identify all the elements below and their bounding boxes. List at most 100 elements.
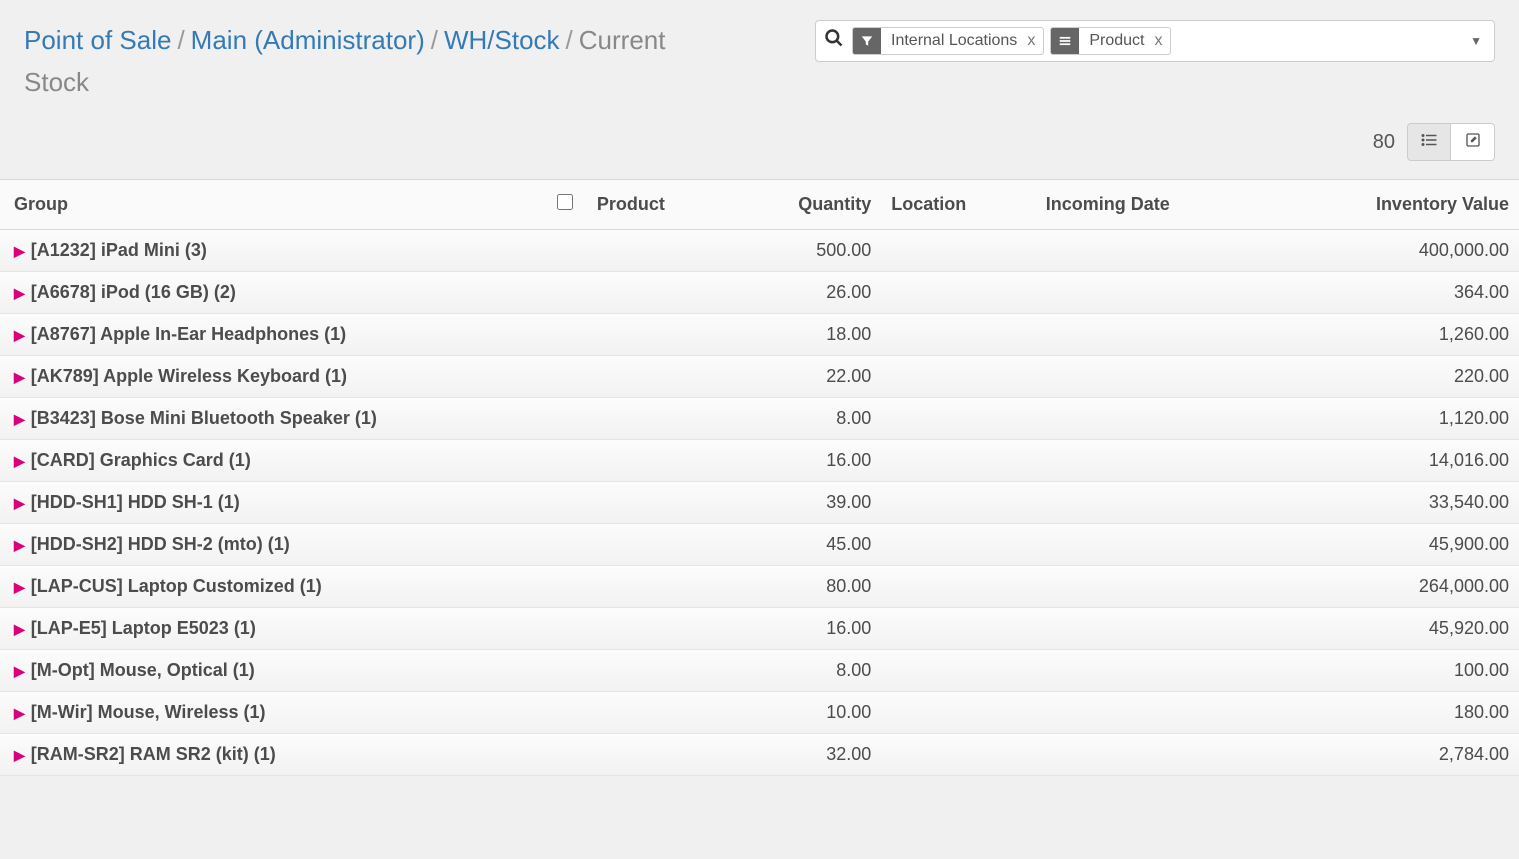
inventory-value-cell: 400,000.00	[1270, 230, 1519, 272]
group-cell[interactable]: ▶ [A8767] Apple In-Ear Headphones (1)	[0, 314, 547, 356]
group-label: [A8767] Apple In-Ear Headphones (1)	[31, 324, 346, 344]
list-icon	[1420, 131, 1438, 154]
table-group-row[interactable]: ▶[A6678] iPod (16 GB) (2)26.00364.00	[0, 272, 1519, 314]
checkbox-cell	[547, 482, 587, 524]
expand-caret-icon[interactable]: ▶	[14, 705, 25, 722]
table-group-row[interactable]: ▶[M-Opt] Mouse, Optical (1)8.00100.00	[0, 650, 1519, 692]
checkbox-cell	[547, 608, 587, 650]
expand-caret-icon[interactable]: ▶	[14, 621, 25, 638]
group-cell[interactable]: ▶[RAM-SR2] RAM SR2 (kit) (1)	[0, 734, 547, 776]
form-view-button[interactable]	[1451, 123, 1495, 161]
expand-caret-icon[interactable]: ▶	[14, 411, 25, 428]
breadcrumb-link[interactable]: Point of Sale	[24, 25, 171, 55]
incoming-date-cell	[1036, 230, 1270, 272]
search-input[interactable]	[1177, 32, 1466, 50]
checkbox-cell	[547, 230, 587, 272]
table-group-row[interactable]: ▶[A8767] Apple In-Ear Headphones (1)18.0…	[0, 314, 1519, 356]
group-cell[interactable]: ▶[A6678] iPod (16 GB) (2)	[0, 272, 547, 314]
search-dropdown-caret[interactable]: ▼	[1466, 34, 1486, 48]
expand-caret-icon[interactable]: ▶	[14, 369, 25, 386]
group-cell[interactable]: ▶[M-Opt] Mouse, Optical (1)	[0, 650, 547, 692]
expand-caret-icon[interactable]: ▶	[14, 285, 25, 302]
checkbox-cell	[547, 314, 587, 356]
breadcrumb-separator: /	[425, 25, 444, 55]
breadcrumb-separator: /	[560, 25, 579, 55]
group-cell[interactable]: ▶[LAP-CUS] Laptop Customized (1)	[0, 566, 547, 608]
col-header-location[interactable]: Location	[881, 180, 1036, 230]
search-facet[interactable]: Productx	[1050, 27, 1171, 55]
checkbox-cell	[547, 272, 587, 314]
quantity-cell: 500.00	[730, 230, 881, 272]
inventory-value-cell: 180.00	[1270, 692, 1519, 734]
incoming-date-cell	[1036, 650, 1270, 692]
inventory-value-cell: 14,016.00	[1270, 440, 1519, 482]
product-cell	[587, 692, 730, 734]
expand-caret-icon[interactable]: ▶	[14, 327, 25, 344]
group-icon	[1051, 28, 1079, 54]
search-facet[interactable]: Internal Locationsx	[852, 27, 1044, 55]
incoming-date-cell	[1036, 398, 1270, 440]
expand-caret-icon[interactable]: ▶	[14, 579, 25, 596]
edit-icon	[1465, 132, 1481, 153]
table-group-row[interactable]: ▶[A1232] iPad Mini (3) 500.00 400,000.00	[0, 230, 1519, 272]
expand-caret-icon[interactable]: ▶	[14, 495, 25, 512]
table-group-row[interactable]: ▶[HDD-SH1] HDD SH-1 (1)39.0033,540.00	[0, 482, 1519, 524]
quantity-cell: 80.00	[730, 566, 881, 608]
incoming-date-cell	[1036, 608, 1270, 650]
group-cell[interactable]: ▶ [CARD] Graphics Card (1)	[0, 440, 547, 482]
group-cell[interactable]: ▶[LAP-E5] Laptop E5023 (1)	[0, 608, 547, 650]
expand-caret-icon[interactable]: ▶	[14, 537, 25, 554]
breadcrumb-link[interactable]: Main (Administrator)	[191, 25, 425, 55]
col-header-checkbox[interactable]	[547, 180, 587, 230]
location-cell	[881, 398, 1036, 440]
group-cell[interactable]: ▶ [HDD-SH1] HDD SH-1 (1)	[0, 482, 547, 524]
stock-table: Group Product Quantity Location Incoming…	[0, 179, 1519, 776]
location-cell	[881, 734, 1036, 776]
group-label: [HDD-SH2] HDD SH-2 (mto) (1)	[31, 534, 290, 554]
col-header-quantity[interactable]: Quantity	[730, 180, 881, 230]
group-cell[interactable]: ▶[B3423] Bose Mini Bluetooth Speaker (1)	[0, 398, 547, 440]
incoming-date-cell	[1036, 482, 1270, 524]
facet-label: Product	[1079, 28, 1154, 54]
table-group-row[interactable]: ▶[LAP-E5] Laptop E5023 (1)16.0045,920.00	[0, 608, 1519, 650]
table-group-row[interactable]: ▶[RAM-SR2] RAM SR2 (kit) (1)32.002,784.0…	[0, 734, 1519, 776]
quantity-cell: 8.00	[730, 398, 881, 440]
expand-caret-icon[interactable]: ▶	[14, 243, 25, 260]
expand-caret-icon[interactable]: ▶	[14, 747, 25, 764]
group-cell[interactable]: ▶ [HDD-SH2] HDD SH-2 (mto) (1)	[0, 524, 547, 566]
table-group-row[interactable]: ▶[CARD] Graphics Card (1)16.0014,016.00	[0, 440, 1519, 482]
inventory-value-cell: 33,540.00	[1270, 482, 1519, 524]
table-group-row[interactable]: ▶[B3423] Bose Mini Bluetooth Speaker (1)…	[0, 398, 1519, 440]
col-header-group[interactable]: Group	[0, 180, 547, 230]
facet-remove[interactable]: x	[1154, 28, 1170, 54]
table-group-row[interactable]: ▶[M-Wir] Mouse, Wireless (1) 10.00 180.00	[0, 692, 1519, 734]
list-view-button[interactable]	[1407, 123, 1451, 161]
select-all-checkbox[interactable]	[557, 194, 573, 210]
location-cell	[881, 650, 1036, 692]
col-header-product[interactable]: Product	[587, 180, 730, 230]
search-bar[interactable]: Internal LocationsxProductx ▼	[815, 20, 1495, 62]
table-group-row[interactable]: ▶[LAP-CUS] Laptop Customized (1)80.00264…	[0, 566, 1519, 608]
table-group-row[interactable]: ▶[HDD-SH2] HDD SH-2 (mto) (1)45.0045,900…	[0, 524, 1519, 566]
location-cell	[881, 524, 1036, 566]
inventory-value-cell: 2,784.00	[1270, 734, 1519, 776]
breadcrumb-link[interactable]: WH/Stock	[444, 25, 560, 55]
quantity-cell: 10.00	[730, 692, 881, 734]
checkbox-cell	[547, 734, 587, 776]
inventory-value-cell: 100.00	[1270, 650, 1519, 692]
group-cell[interactable]: ▶[A1232] iPad Mini (3)	[0, 230, 547, 272]
col-header-incoming-date[interactable]: Incoming Date	[1036, 180, 1270, 230]
group-cell[interactable]: ▶[M-Wir] Mouse, Wireless (1)	[0, 692, 547, 734]
facet-remove[interactable]: x	[1027, 28, 1043, 54]
group-label: [HDD-SH1] HDD SH-1 (1)	[31, 492, 240, 512]
group-cell[interactable]: ▶[AK789] Apple Wireless Keyboard (1)	[0, 356, 547, 398]
expand-caret-icon[interactable]: ▶	[14, 453, 25, 470]
col-header-inventory-value[interactable]: Inventory Value	[1270, 180, 1519, 230]
table-group-row[interactable]: ▶[AK789] Apple Wireless Keyboard (1)22.0…	[0, 356, 1519, 398]
location-cell	[881, 356, 1036, 398]
group-label: [CARD] Graphics Card (1)	[31, 450, 251, 470]
quantity-cell: 45.00	[730, 524, 881, 566]
expand-caret-icon[interactable]: ▶	[14, 663, 25, 680]
checkbox-cell	[547, 650, 587, 692]
incoming-date-cell	[1036, 524, 1270, 566]
